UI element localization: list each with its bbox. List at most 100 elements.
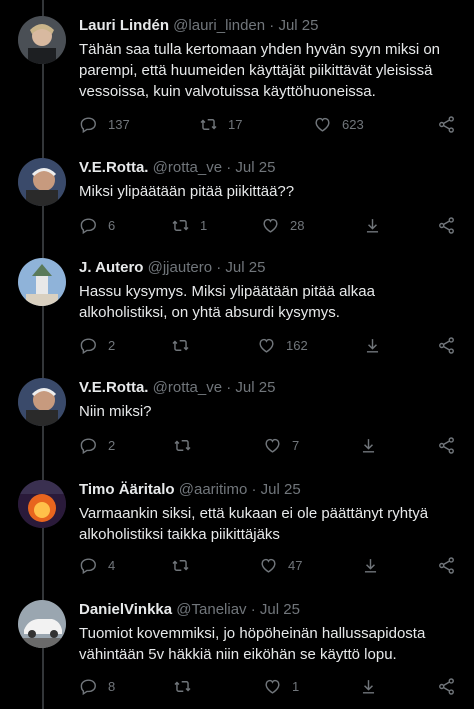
view-icon [362, 680, 375, 694]
author-name[interactable]: Lauri Lindén [79, 17, 169, 34]
avatar[interactable] [18, 16, 66, 64]
like-button[interactable]: 162 [257, 336, 308, 355]
like-button[interactable]: 1 [263, 677, 299, 696]
author-handle[interactable]: @aaritimo [179, 481, 248, 498]
avatar[interactable] [18, 158, 66, 206]
retweet-button[interactable] [173, 436, 202, 455]
retweet-icon [172, 220, 189, 231]
share-button[interactable] [437, 336, 466, 355]
avatar[interactable] [18, 480, 66, 528]
share-icon [439, 116, 454, 133]
tweet-text: Tuomiot kovemmiksi, jo höpöheinän hallus… [79, 625, 426, 663]
like-button[interactable]: 28 [261, 216, 304, 235]
retweet-button[interactable] [171, 556, 200, 575]
retweet-icon [172, 340, 189, 351]
tweet-actions: 6 1 28 [79, 216, 460, 236]
share-icon [439, 557, 454, 574]
reply-icon [80, 679, 96, 696]
like-button[interactable]: 7 [263, 436, 299, 455]
reply-button[interactable]: 2 [79, 436, 115, 455]
reply-button[interactable]: 2 [79, 336, 115, 355]
like-icon [315, 117, 330, 132]
tweet-text: Varmaankin siksi, että kukaan ei ole pää… [79, 505, 429, 543]
reply-icon [80, 117, 96, 134]
share-button[interactable] [437, 436, 466, 455]
view-button[interactable] [363, 336, 392, 355]
tweet-text: Miksi ylipäätään pitää piikittää?? [79, 183, 295, 200]
like-count: 1 [292, 679, 300, 694]
view-button[interactable] [361, 556, 390, 575]
author-handle[interactable]: @jjautero [148, 259, 212, 276]
avatar[interactable] [18, 378, 66, 426]
author-name[interactable]: V.E.Rotta. [79, 159, 148, 176]
retweet-button[interactable]: 17 [199, 115, 242, 134]
tweet-date[interactable]: Jul 25 [260, 601, 300, 618]
share-icon [439, 217, 454, 234]
view-icon [366, 219, 379, 233]
like-icon [265, 679, 280, 694]
separator-dot: · [226, 379, 232, 396]
retweet-button[interactable]: 1 [171, 216, 207, 235]
tweet-actions: 2 162 [79, 336, 460, 356]
tweet-date[interactable]: Jul 25 [235, 379, 275, 396]
reply-icon [80, 438, 96, 455]
like-count: 7 [292, 438, 300, 453]
share-button[interactable] [437, 216, 466, 235]
author-handle[interactable]: @rotta_ve [153, 159, 222, 176]
author-name[interactable]: V.E.Rotta. [79, 379, 148, 396]
tweet-date[interactable]: Jul 25 [261, 481, 301, 498]
like-button[interactable]: 47 [259, 556, 302, 575]
view-button[interactable] [359, 677, 388, 696]
retweet-icon [174, 440, 191, 451]
reply-button[interactable]: 8 [79, 677, 115, 696]
tweet-text: Tähän saa tulla kertomaan yhden hyvän sy… [79, 41, 441, 100]
reply-button[interactable]: 137 [79, 115, 130, 134]
share-icon [439, 437, 454, 454]
tweet-date[interactable]: Jul 25 [278, 17, 318, 34]
reply-button[interactable]: 6 [79, 216, 115, 235]
view-icon [366, 339, 379, 353]
retweet-count: 17 [228, 117, 243, 132]
tweet-actions: 8 1 [79, 677, 460, 697]
share-button[interactable] [437, 556, 466, 575]
reply-icon [80, 558, 96, 575]
author-handle[interactable]: @Taneliav [176, 601, 246, 618]
separator-dot: · [226, 159, 232, 176]
reply-count: 4 [108, 558, 116, 573]
author-name[interactable]: DanielVinkka [79, 601, 172, 618]
reply-count: 137 [108, 117, 130, 132]
author-handle[interactable]: @lauri_linden [173, 17, 265, 34]
like-icon [259, 338, 274, 353]
like-count: 47 [288, 558, 303, 573]
author-name[interactable]: Timo Ääritalo [79, 481, 175, 498]
reply-count: 6 [108, 218, 116, 233]
tweet-date[interactable]: Jul 25 [225, 259, 265, 276]
reply-count: 2 [108, 438, 116, 453]
share-button[interactable] [437, 115, 466, 134]
separator-dot: · [269, 17, 275, 34]
author-name[interactable]: J. Autero [79, 259, 143, 276]
tweet-text: Hassu kysymys. Miksi ylipäätään pitää al… [79, 283, 375, 321]
view-button[interactable] [359, 436, 388, 455]
like-count: 28 [290, 218, 305, 233]
avatar[interactable] [18, 258, 66, 306]
like-icon [263, 218, 278, 233]
view-button[interactable] [363, 216, 392, 235]
view-icon [364, 559, 377, 573]
avatar[interactable] [18, 600, 66, 648]
tweet-actions: 4 47 [79, 556, 460, 576]
like-count: 623 [342, 117, 364, 132]
tweet-actions: 137 17 623 [79, 115, 460, 135]
reply-count: 2 [108, 338, 116, 353]
view-icon [362, 439, 375, 453]
retweet-icon [200, 119, 217, 130]
retweet-count: 1 [200, 218, 208, 233]
reply-button[interactable]: 4 [79, 556, 115, 575]
share-button[interactable] [437, 677, 466, 696]
retweet-button[interactable] [173, 677, 202, 696]
author-handle[interactable]: @rotta_ve [153, 379, 222, 396]
retweet-button[interactable] [171, 336, 200, 355]
tweet-date[interactable]: Jul 25 [235, 159, 275, 176]
share-icon [439, 678, 454, 695]
like-button[interactable]: 623 [313, 115, 364, 134]
